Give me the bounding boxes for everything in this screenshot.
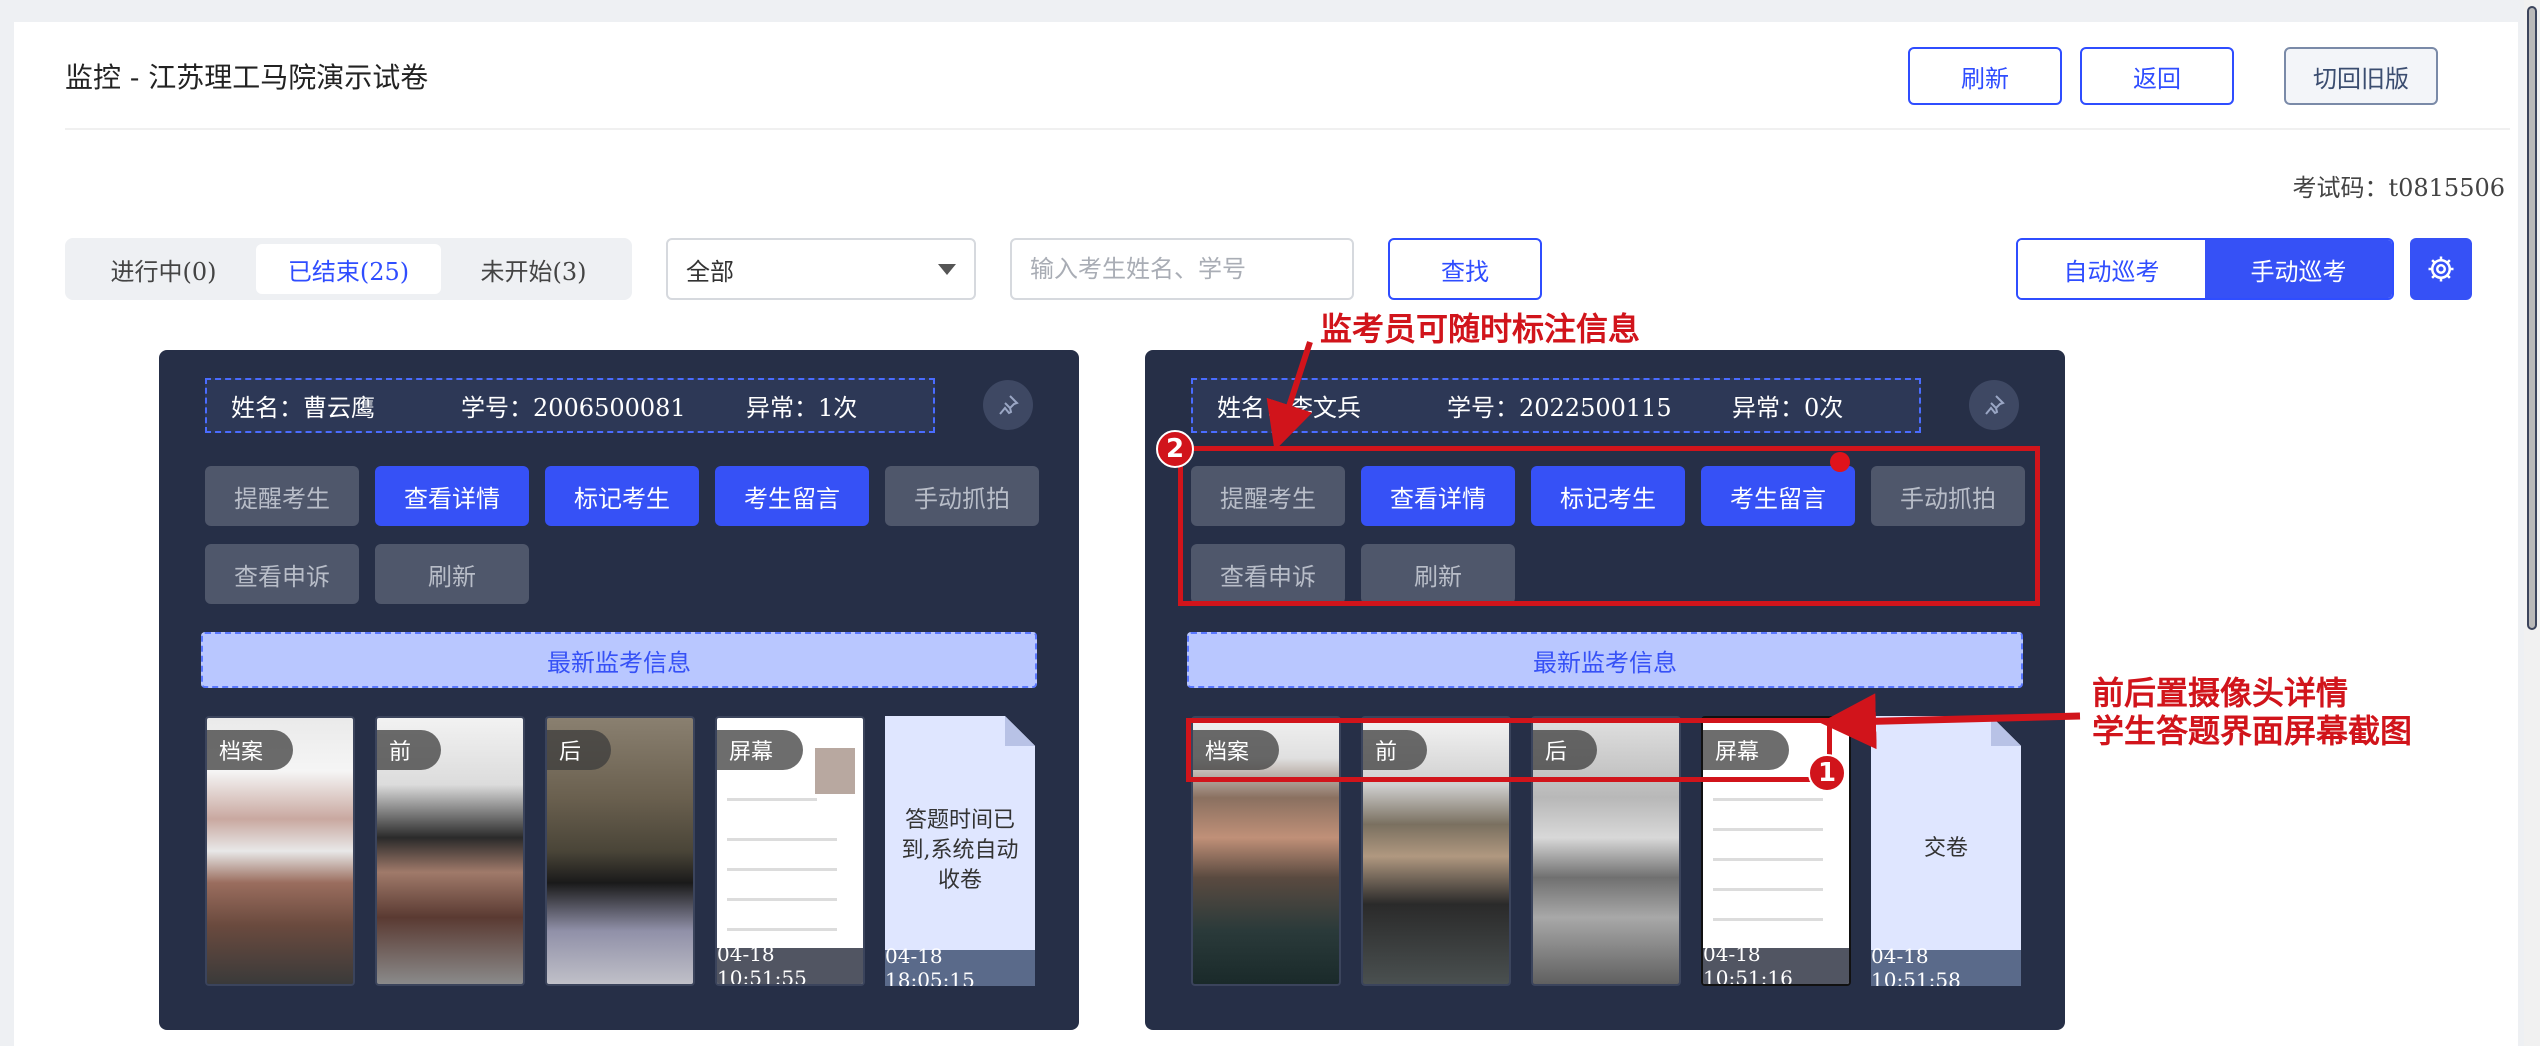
old-version-button[interactable]: 切回旧版 [2284, 47, 2438, 105]
scrollbar-thumb[interactable] [2527, 6, 2537, 630]
scrollbar[interactable] [2524, 0, 2540, 1046]
abnormal-count: 异常：1次 [746, 394, 858, 422]
view-details-button[interactable]: 查看详情 [375, 466, 529, 526]
badge-1: 1 [1808, 754, 1846, 792]
thumbs-highlight [1186, 718, 1832, 782]
action-buttons-highlight [1178, 446, 2040, 606]
thumb-tag: 后 [547, 730, 612, 770]
auto-patrol-option[interactable]: 自动巡考 [2018, 240, 2205, 298]
filter-select[interactable]: 全部 [666, 238, 976, 300]
capture-time: 04-18 10:51:55 [717, 942, 863, 984]
capture-time: 04-18 10:51:16 [1703, 942, 1849, 984]
profile-photo-thumb[interactable]: 档案 [205, 716, 355, 986]
manual-capture-button[interactable]: 手动抓拍 [885, 466, 1039, 526]
page-title: 监控 - 江苏理工马院演示试卷 [65, 61, 429, 94]
front-camera-thumb[interactable]: 前 [375, 716, 525, 986]
thumb-tag: 档案 [207, 730, 294, 770]
latest-monitor-info[interactable]: 最新监考信息 [201, 632, 1037, 688]
search-input[interactable] [1010, 238, 1354, 300]
gear-icon [2428, 256, 2454, 282]
student-name: 姓名：曹云鹰 [231, 394, 375, 422]
pin-button[interactable] [983, 380, 1033, 430]
submission-doc[interactable]: 答题时间已到,系统自动收卷 04-18 18:05:15 [885, 716, 1035, 986]
annotation-mark-info: 监考员可随时标注信息 [1320, 310, 1641, 348]
card-refresh-button[interactable]: 刷新 [375, 544, 529, 604]
student-info-bar: 姓名：曹云鹰 学号：2006500081 异常：1次 [205, 378, 935, 433]
tab-in-progress[interactable]: 进行中(0) [71, 244, 256, 294]
settings-button[interactable] [2410, 238, 2472, 300]
back-button[interactable]: 返回 [2080, 47, 2234, 105]
status-tabs: 进行中(0) 已结束(25) 未开始(3) [65, 238, 632, 300]
abnormal-count: 异常：0次 [1732, 394, 1844, 422]
filter-select-value: 全部 [686, 257, 734, 286]
mark-student-button[interactable]: 标记考生 [545, 466, 699, 526]
latest-monitor-info[interactable]: 最新监考信息 [1187, 632, 2023, 688]
submission-doc[interactable]: 交卷 04-18 10:51:58 [1871, 716, 2021, 986]
submission-time: 04-18 10:51:58 [1871, 944, 2021, 986]
student-card-0: 姓名：曹云鹰 学号：2006500081 异常：1次 提醒考生 查看详情 标记考… [159, 350, 1079, 1030]
remind-student-button[interactable]: 提醒考生 [205, 466, 359, 526]
exam-code: 考试码：t0815506 [2292, 174, 2505, 202]
view-appeal-button[interactable]: 查看申诉 [205, 544, 359, 604]
student-info-bar: 姓名：李文兵 学号：2022500115 异常：0次 [1191, 378, 1921, 433]
student-name: 姓名：李文兵 [1217, 394, 1361, 422]
submission-time: 04-18 18:05:15 [885, 944, 1035, 986]
refresh-button[interactable]: 刷新 [1908, 47, 2062, 105]
screen-capture-thumb[interactable]: 屏幕 04-18 10:51:55 [715, 716, 865, 986]
manual-patrol-option[interactable]: 手动巡考 [2205, 240, 2392, 298]
submission-message: 答题时间已到,系统自动收卷 [901, 808, 1019, 893]
thumb-tag: 屏幕 [717, 730, 804, 770]
chevron-down-icon [938, 264, 956, 275]
student-id: 学号：2022500115 [1447, 394, 1672, 422]
student-message-button[interactable]: 考生留言 [715, 466, 869, 526]
header-divider [65, 128, 2510, 130]
patrol-mode-toggle: 自动巡考 手动巡考 [2016, 238, 2394, 300]
annotation-camera-line2: 学生答题界面屏幕截图 [2092, 712, 2413, 750]
student-id: 学号：2006500081 [461, 394, 686, 422]
tab-finished[interactable]: 已结束(25) [256, 244, 441, 294]
pin-icon [999, 395, 1019, 415]
pin-button[interactable] [1969, 380, 2019, 430]
submission-message: 交卷 [1923, 836, 1968, 861]
thumb-tag: 前 [377, 730, 442, 770]
badge-2: 2 [1156, 430, 1194, 468]
tab-not-started[interactable]: 未开始(3) [441, 244, 626, 294]
find-button[interactable]: 查找 [1388, 238, 1542, 300]
rear-camera-thumb[interactable]: 后 [545, 716, 695, 986]
pin-icon [1985, 395, 2005, 415]
